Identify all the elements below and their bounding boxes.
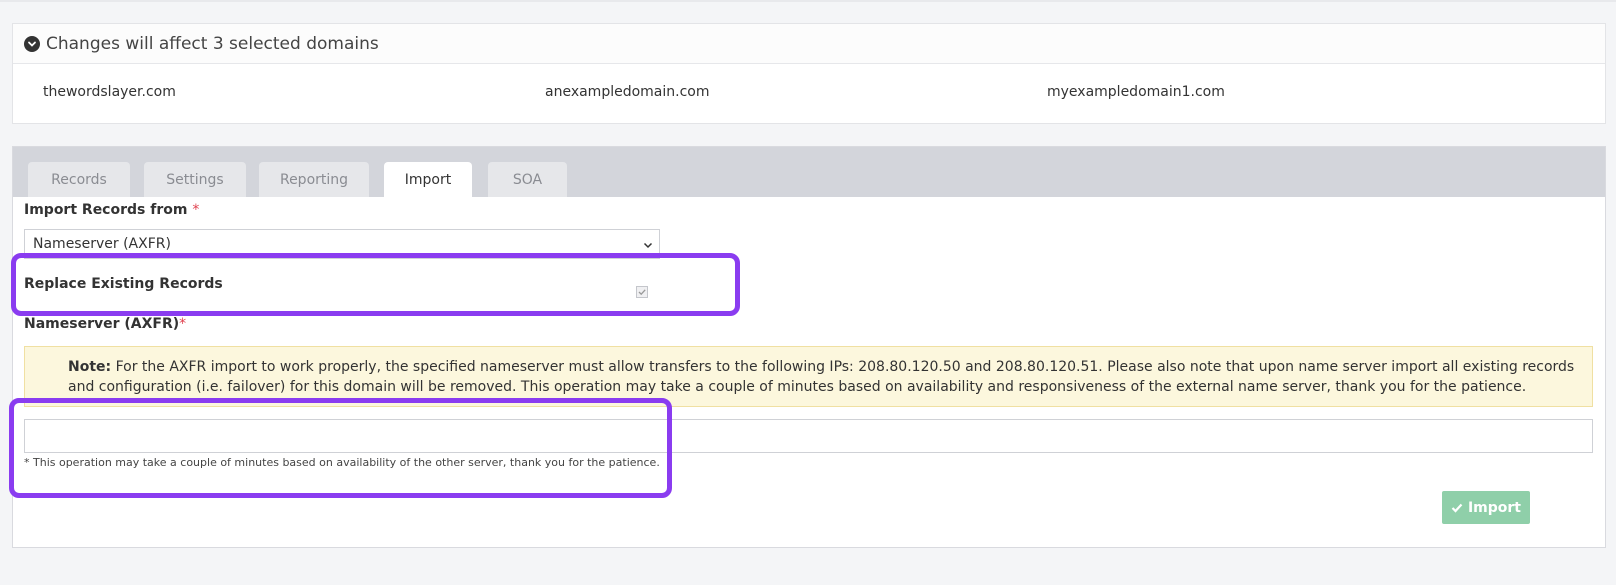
- import-source-value: Nameserver (AXFR): [33, 236, 171, 252]
- domain-item: myexampledomain1.com: [1047, 84, 1225, 100]
- dns-settings-panel: Records Settings Reporting Import SOA Im…: [12, 146, 1606, 548]
- axfr-note: Note: For the AXFR import to work proper…: [24, 346, 1593, 407]
- import-source-select[interactable]: Nameserver (AXFR): [24, 229, 660, 259]
- chevron-circle-down-icon[interactable]: [24, 35, 40, 52]
- selected-domains-panel: Changes will affect 3 selected domains t…: [12, 23, 1606, 124]
- tab-import[interactable]: Import: [384, 162, 472, 197]
- tab-settings[interactable]: Settings: [144, 162, 246, 197]
- nameserver-input[interactable]: [24, 419, 1593, 453]
- tab-records[interactable]: Records: [28, 162, 130, 197]
- import-button-label: Import: [1467, 499, 1522, 516]
- nameserver-label: Nameserver (AXFR)*: [24, 316, 186, 332]
- selected-domains-header[interactable]: Changes will affect 3 selected domains: [13, 24, 1605, 64]
- top-divider: [0, 0, 1616, 2]
- replace-existing-checkbox[interactable]: [636, 286, 648, 298]
- replace-existing-label: Replace Existing Records: [24, 276, 223, 292]
- required-marker: *: [192, 202, 200, 218]
- nameserver-label-text: Nameserver (AXFR): [24, 316, 180, 332]
- tab-bar: Records Settings Reporting Import SOA: [13, 147, 1605, 197]
- required-marker: *: [179, 316, 187, 332]
- chevron-down-icon: [643, 238, 653, 254]
- domain-item: anexampledomain.com: [545, 84, 710, 100]
- import-button[interactable]: Import: [1442, 491, 1530, 524]
- selected-domains-list: thewordslayer.com anexampledomain.com my…: [13, 64, 1605, 124]
- selected-domains-title: Changes will affect 3 selected domains: [46, 33, 379, 54]
- check-icon: [638, 289, 646, 296]
- note-title: Note:: [68, 359, 112, 375]
- tab-reporting[interactable]: Reporting: [259, 162, 369, 197]
- check-icon: [1451, 503, 1463, 513]
- tab-soa[interactable]: SOA: [488, 162, 567, 197]
- domain-item: thewordslayer.com: [43, 84, 176, 100]
- import-from-label: Import Records from *: [24, 202, 199, 218]
- helper-text: * This operation may take a couple of mi…: [24, 456, 660, 469]
- note-text: For the AXFR import to work properly, th…: [68, 359, 1575, 395]
- import-from-label-text: Import Records from: [24, 202, 188, 218]
